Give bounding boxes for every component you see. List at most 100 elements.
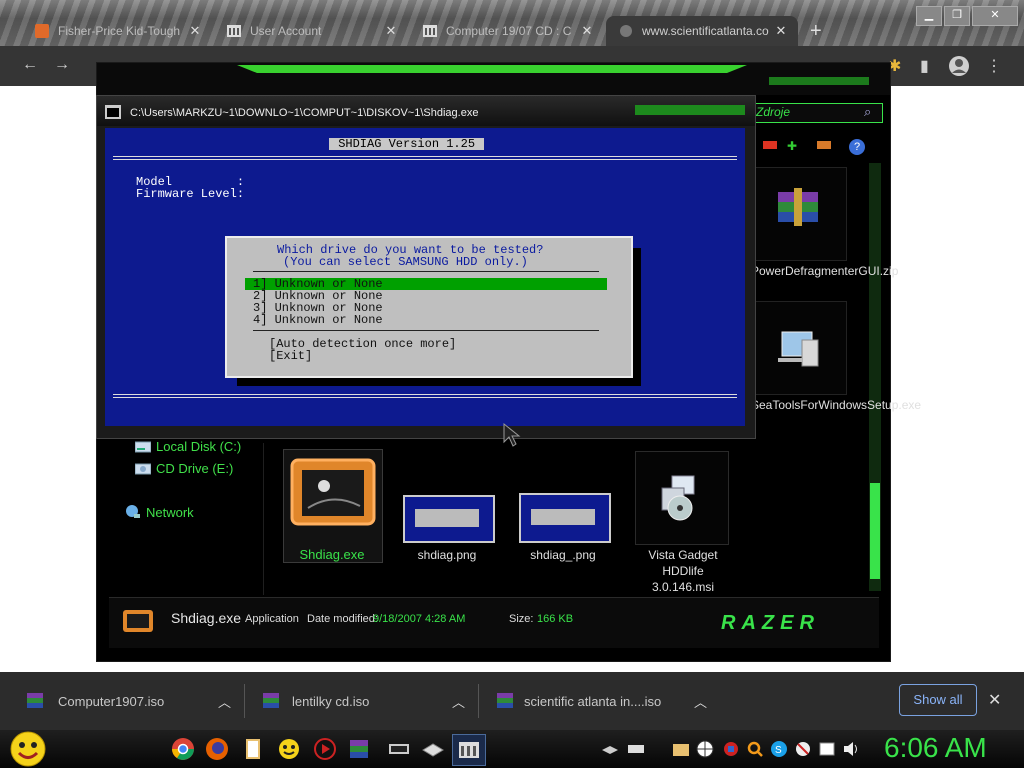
maximize-button[interactable]: ❐ — [944, 6, 970, 26]
explorer-scrollbar[interactable] — [869, 163, 881, 591]
file-label-seatools: SeaToolsForWindowsSetup.exe — [751, 398, 922, 412]
thumbnail-dialog — [415, 509, 479, 527]
forward-icon[interactable]: → — [54, 56, 70, 74]
details-file-type: Application — [245, 613, 299, 625]
explorer-task-icon — [459, 742, 479, 758]
drive-option-4[interactable]: 4] Unknown or None — [253, 314, 383, 326]
tray-folder-icon[interactable] — [672, 740, 690, 758]
header-double-rule — [113, 156, 737, 160]
installer-computer-icon — [778, 331, 819, 367]
nav-cd-drive[interactable]: CD Drive (E:) — [156, 461, 233, 476]
iso-file-icon — [27, 693, 43, 708]
cd-drive-icon — [135, 463, 151, 475]
window-close-button[interactable]: ✕ — [972, 6, 1018, 26]
firefox-icon[interactable] — [204, 736, 230, 762]
file-tile-shdiag-underscore-png[interactable] — [519, 493, 611, 543]
dialog-hint: (You can select SAMSUNG HDD only.) — [283, 255, 528, 269]
console-title-bar: C:\Users\MARKZU~1\DOWNLO~1\COMPUT~1\DISK… — [97, 96, 755, 126]
chrome-icon[interactable] — [170, 736, 196, 762]
orange-tool-icon[interactable] — [817, 141, 831, 149]
media-player-icon[interactable] — [312, 736, 338, 762]
file-manager-icon[interactable] — [240, 736, 266, 762]
details-size-label: Size: — [509, 613, 534, 625]
chevron-up-icon[interactable]: ︿ — [218, 692, 231, 711]
svg-text:S: S — [775, 745, 782, 756]
download-file-name: Computer1907.iso — [58, 693, 165, 709]
msi-package-icon — [661, 475, 695, 521]
tab-computer-cd[interactable]: Computer 19/07 CD : C ✕ — [410, 16, 604, 46]
chevron-up-icon[interactable]: ︿ — [452, 692, 465, 711]
sidebar-icon[interactable]: ▮ — [920, 56, 929, 76]
console-screen[interactable]: SHDIAG Version 1.25 Model : Firmware Lev… — [105, 128, 745, 426]
download-item-lentilky[interactable]: lentilky cd.iso ︿ — [262, 672, 468, 730]
tray-blocked-icon[interactable] — [794, 740, 812, 758]
tab-scientific-atlanta[interactable]: www.scientificatlanta.co ✕ — [606, 16, 798, 46]
console-title: C:\Users\MARKZU~1\DOWNLO~1\COMPUT~1\DISK… — [130, 107, 479, 119]
close-tab-icon[interactable]: ✕ — [578, 23, 596, 39]
green-tool-icon[interactable]: ✚ — [787, 139, 797, 153]
file-tile-shdiag-png[interactable] — [403, 495, 495, 543]
show-all-button[interactable]: Show all — [899, 684, 977, 716]
tab-title: Computer 19/07 CD : C — [446, 24, 572, 38]
close-downloads-icon[interactable]: ✕ — [988, 690, 1001, 710]
file-tile-shdiag-exe[interactable] — [283, 449, 383, 563]
winrar-icon[interactable] — [346, 736, 372, 762]
application-window-icon — [290, 458, 376, 526]
close-tab-icon[interactable]: ✕ — [772, 23, 790, 39]
mouse-cursor-icon — [503, 422, 521, 447]
file-label-shdiag-exe: Shdiag.exe — [299, 547, 365, 562]
tab-user-account[interactable]: User Account ✕ — [214, 16, 408, 46]
tray-security-icon[interactable] — [722, 740, 740, 758]
console-task-icon[interactable] — [386, 736, 412, 762]
explorer-search-box[interactable]: Zdroje ⌕ — [749, 103, 883, 123]
file-label-shdiag-underscore-png: shdiag_.png — [530, 548, 596, 562]
file-label-hddlife-msi: Vista Gadget HDDlife 3.0.146.msi — [648, 548, 718, 594]
close-tab-icon[interactable]: ✕ — [186, 23, 204, 39]
tray-skype-icon[interactable]: S — [770, 740, 788, 758]
help-icon[interactable]: ? — [849, 139, 865, 155]
console-app-icon — [105, 105, 121, 119]
console-window-controls[interactable] — [635, 105, 745, 115]
drive-task-icon[interactable] — [420, 736, 446, 762]
chevron-up-icon[interactable]: ︿ — [694, 692, 707, 711]
scrollbar-thumb[interactable] — [870, 483, 880, 579]
profile-avatar-icon[interactable] — [948, 55, 970, 77]
tray-flag-icon[interactable] — [818, 740, 836, 758]
download-item-scientific-atlanta[interactable]: scientific atlanta in....iso ︿ — [496, 672, 712, 730]
explorer-tool-icons: ✚ ? — [757, 139, 881, 159]
tab-title: www.scientificatlanta.co — [642, 24, 769, 38]
tab-title: Fisher-Price Kid-Tough — [58, 24, 181, 38]
nav-local-disk[interactable]: Local Disk (C:) — [156, 439, 241, 454]
tab-fisher-price[interactable]: Fisher-Price Kid-Tough ✕ — [22, 16, 212, 46]
back-icon[interactable]: ← — [22, 56, 38, 74]
tray-drive-icon[interactable] — [626, 742, 646, 756]
tray-usb-icon[interactable] — [600, 742, 620, 756]
file-tile-powerdefrag[interactable] — [753, 167, 847, 261]
details-app-icon — [123, 610, 153, 632]
messenger-smiley-icon[interactable] — [276, 736, 302, 762]
favicon-orange-icon — [35, 24, 49, 38]
nav-network[interactable]: Network — [146, 505, 194, 520]
new-tab-button[interactable]: + — [810, 20, 822, 43]
file-tile-hddlife-msi[interactable] — [635, 451, 729, 545]
red-tool-icon[interactable] — [763, 141, 777, 149]
download-separator — [244, 684, 245, 718]
search-text: Zdroje — [756, 105, 791, 119]
exit-option[interactable]: [Exit] — [269, 350, 312, 362]
tray-volume-icon[interactable] — [842, 740, 860, 758]
download-file-name: scientific atlanta in....iso — [524, 693, 662, 709]
download-item-computer1907[interactable]: Computer1907.iso ︿ — [26, 672, 246, 730]
explorer-task-button[interactable] — [452, 734, 486, 766]
start-smiley-icon[interactable] — [8, 730, 48, 768]
file-label-shdiag-png: shdiag.png — [417, 548, 477, 562]
tray-network-icon[interactable] — [696, 740, 714, 758]
tray-search-icon[interactable] — [746, 740, 764, 758]
close-tab-icon[interactable]: ✕ — [382, 23, 400, 39]
local-disk-icon — [135, 441, 151, 453]
menu-kebab-icon[interactable]: ⋮ — [986, 56, 1002, 76]
console-window: C:\Users\MARKZU~1\DOWNLO~1\COMPUT~1\DISK… — [96, 95, 756, 439]
search-icon[interactable]: ⌕ — [864, 104, 871, 120]
file-tile-seatools[interactable] — [753, 301, 847, 395]
minimize-button[interactable]: ▁ — [916, 6, 942, 26]
pane-divider — [263, 443, 264, 595]
